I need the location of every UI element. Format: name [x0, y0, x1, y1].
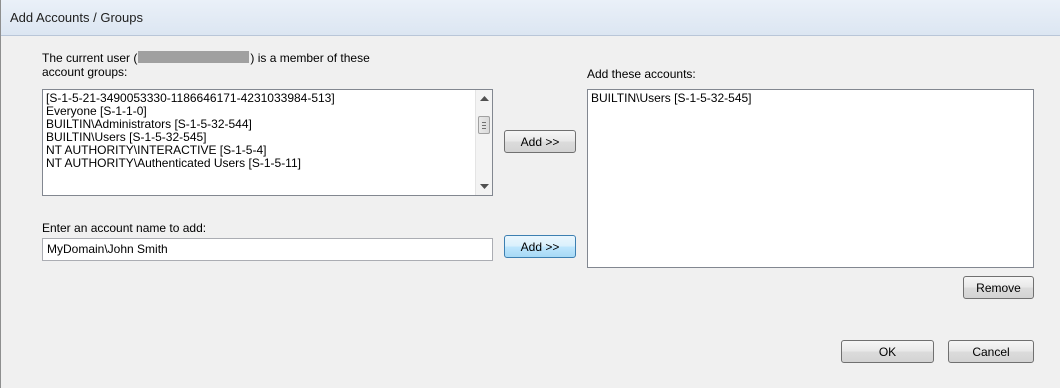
- ok-button[interactable]: OK: [841, 340, 934, 363]
- scroll-thumb[interactable]: [478, 116, 490, 134]
- add-accounts-dialog: Add Accounts / Groups The current user (…: [0, 0, 1060, 388]
- add-these-accounts-label: Add these accounts:: [587, 67, 696, 81]
- scroll-up-arrow-icon[interactable]: [476, 90, 493, 107]
- account-name-label: Enter an account name to add:: [42, 221, 207, 235]
- add-account-button[interactable]: Add >>: [504, 235, 576, 258]
- current-groups-items: [S-1-5-21-3490053330-1186646171-42310339…: [46, 92, 472, 170]
- scroll-down-arrow-icon[interactable]: [476, 178, 493, 195]
- list-item[interactable]: BUILTIN\Users [S-1-5-32-545]: [591, 92, 1013, 105]
- redacted-username: [138, 51, 250, 63]
- account-name-input[interactable]: MyDomain\John Smith: [42, 238, 493, 261]
- cancel-button[interactable]: Cancel: [948, 340, 1034, 363]
- list-item[interactable]: NT AUTHORITY\Authenticated Users [S-1-5-…: [46, 157, 472, 170]
- current-groups-label-line2: account groups:: [42, 65, 128, 79]
- current-groups-scrollbar[interactable]: [475, 90, 492, 195]
- window-title: Add Accounts / Groups: [10, 10, 143, 25]
- current-groups-label-suffix: ) is a member of these: [250, 51, 370, 65]
- remove-button[interactable]: Remove: [963, 276, 1034, 299]
- add-these-accounts-listbox[interactable]: BUILTIN\Users [S-1-5-32-545]: [587, 89, 1034, 268]
- add-these-accounts-items: BUILTIN\Users [S-1-5-32-545]: [591, 92, 1013, 105]
- current-groups-label: The current user ( ) is a member of these: [42, 51, 370, 65]
- current-groups-label-prefix: The current user (: [42, 51, 138, 65]
- add-group-button[interactable]: Add >>: [504, 130, 576, 153]
- title-bar: Add Accounts / Groups: [1, 0, 1060, 36]
- current-groups-listbox[interactable]: [S-1-5-21-3490053330-1186646171-42310339…: [42, 89, 493, 196]
